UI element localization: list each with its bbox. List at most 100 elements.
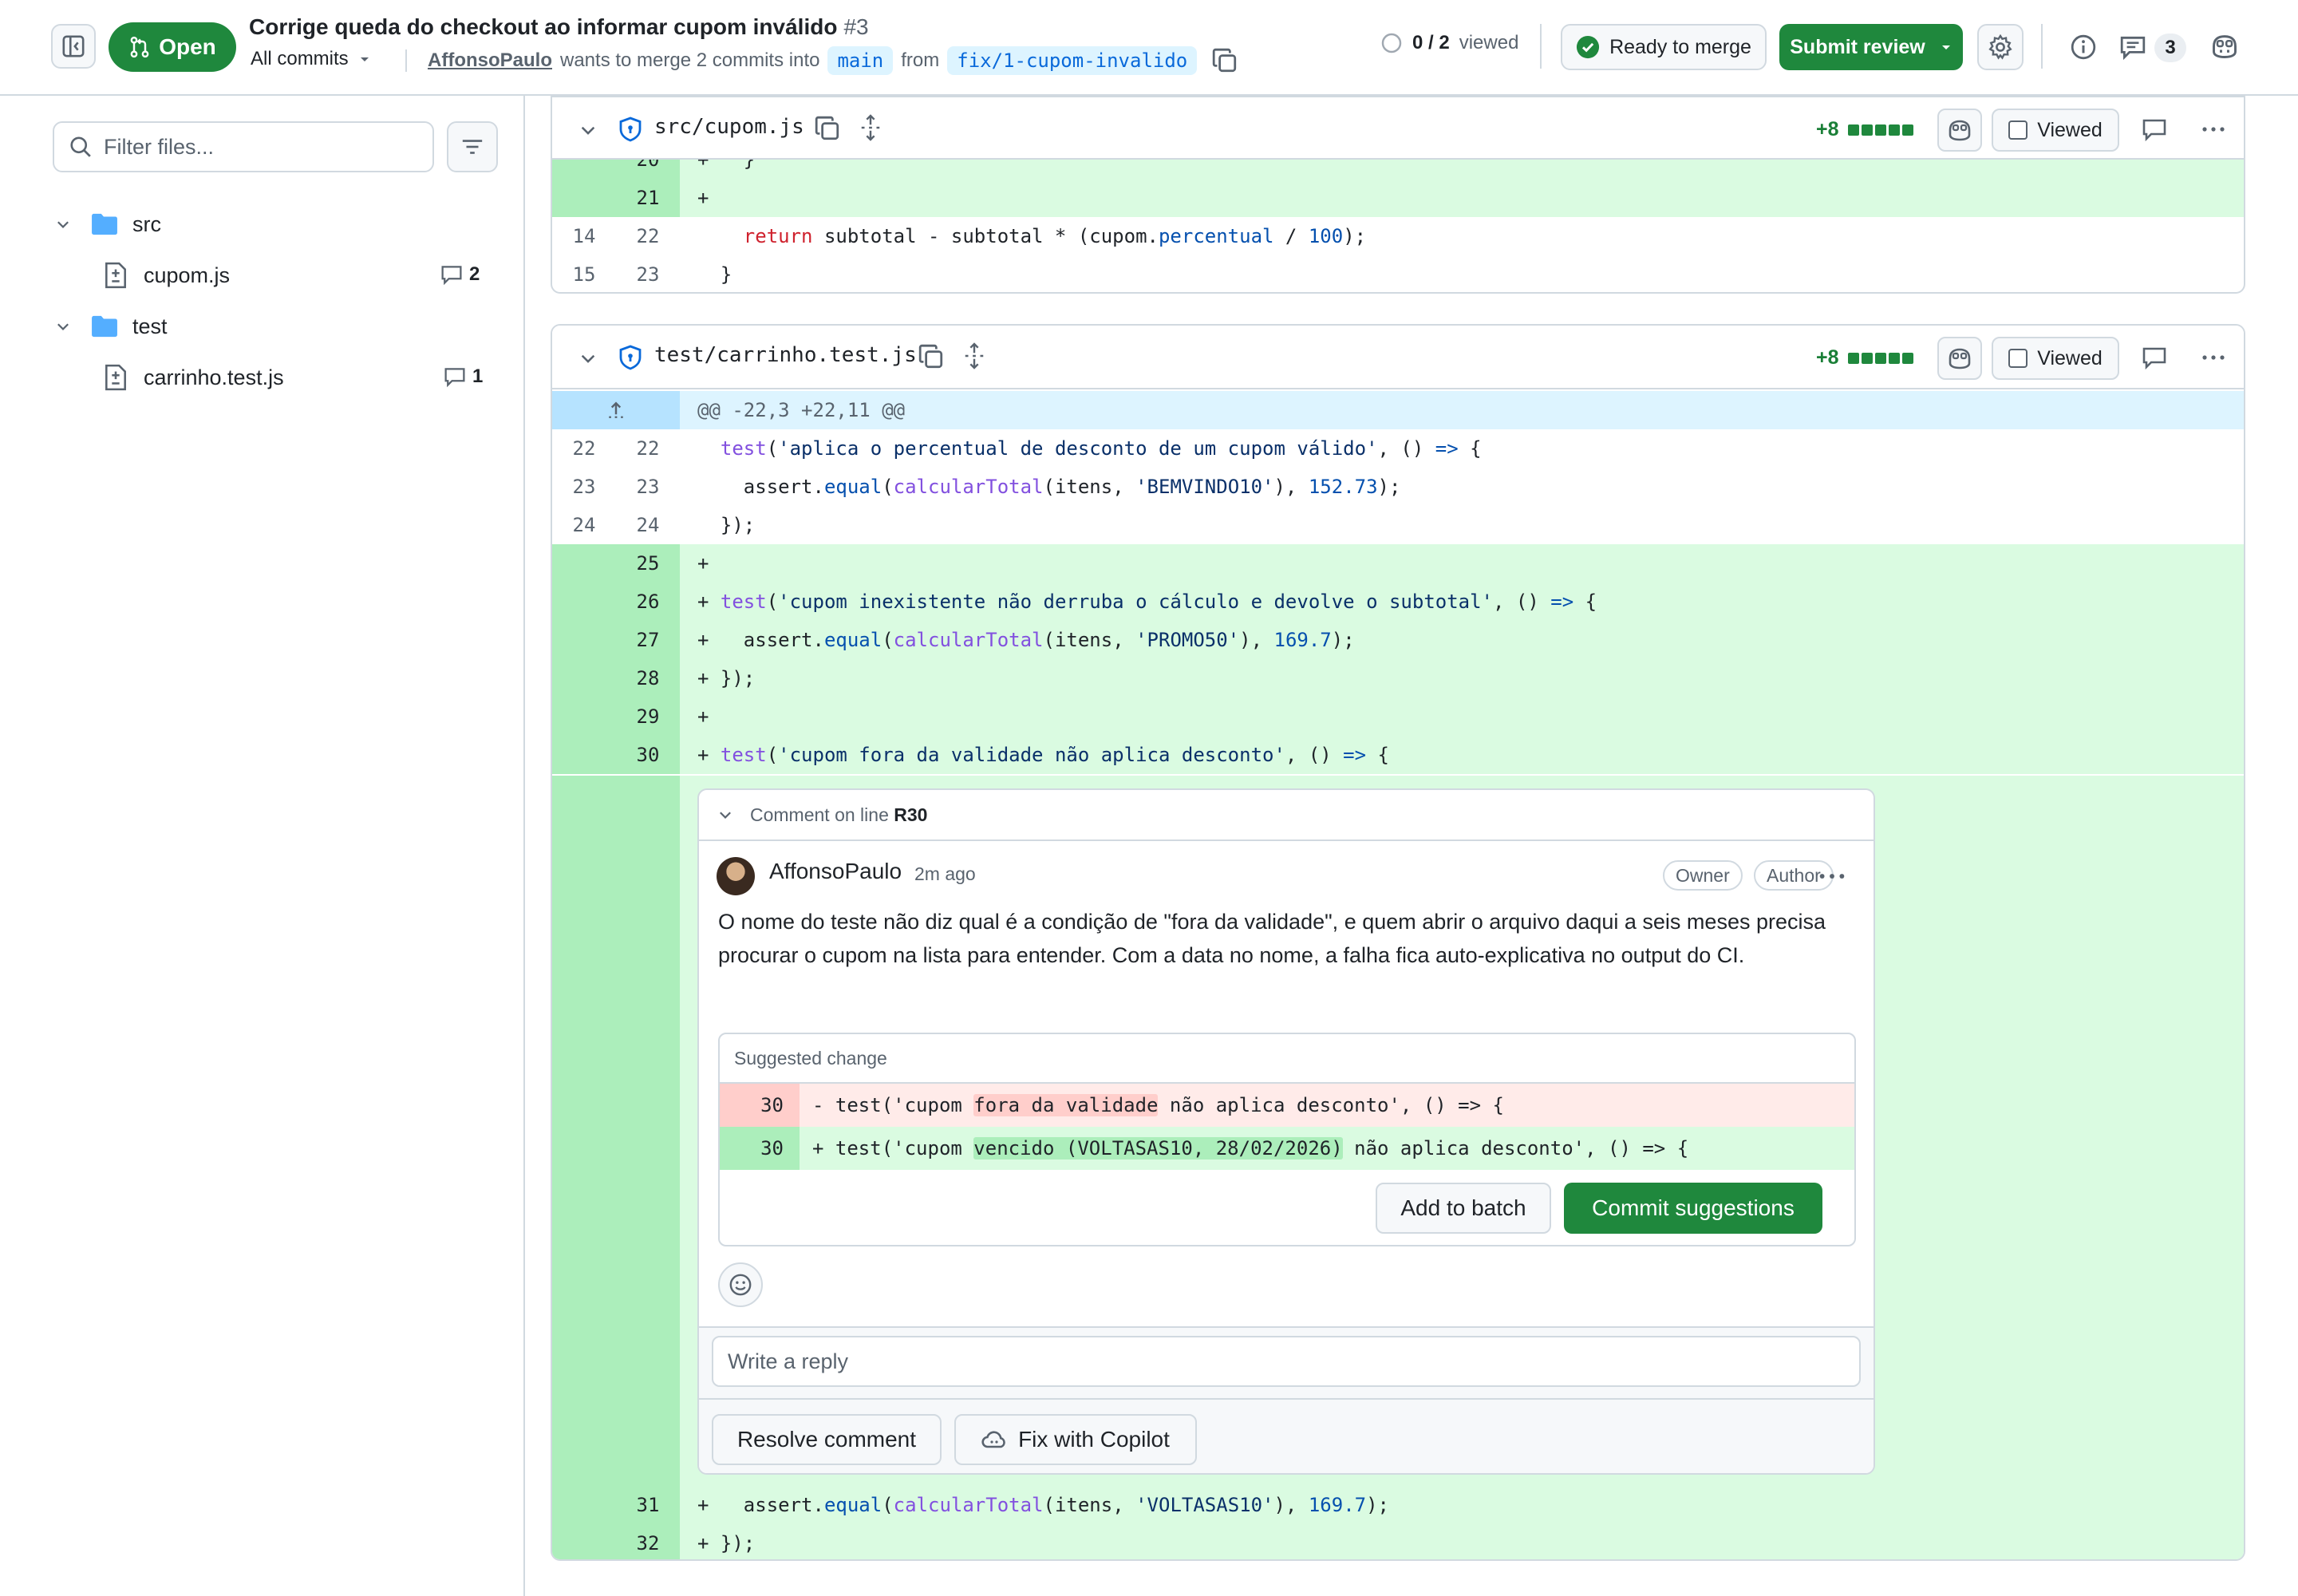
header-divider (405, 49, 407, 72)
pr-state-label: Open (159, 34, 216, 59)
line-code: assert.equal(calcularTotal(itens, 'BEMVI… (697, 476, 1401, 498)
thread-label: Comment on line R30 (750, 804, 927, 826)
settings-button[interactable] (1977, 24, 2024, 70)
comment-icon (444, 368, 465, 388)
thread-row-gutter (552, 776, 680, 1486)
merge-status-button[interactable]: Ready to merge (1561, 24, 1767, 70)
comment-icon[interactable] (2142, 345, 2167, 370)
chevron-down-icon[interactable] (578, 348, 598, 369)
kebab-horizontal-icon[interactable] (2199, 117, 2228, 142)
expand-all-icon[interactable] (859, 113, 882, 142)
copy-icon[interactable] (1211, 47, 1238, 74)
tree-folder-src[interactable]: src (54, 204, 161, 244)
commits-dropdown[interactable]: All commits (251, 48, 371, 70)
diff-line: 30 + test('cupom fora da validade não apl… (552, 736, 2244, 774)
chevron-down-icon (720, 812, 731, 819)
file-name[interactable]: test/carrinho.test.js (654, 343, 917, 367)
info-icon[interactable] (2070, 34, 2097, 61)
pr-author-link[interactable]: AffonsoPaulo (428, 49, 552, 72)
pr-number: #3 (843, 14, 869, 39)
copilot-icon (1949, 120, 1971, 141)
line-code: }); (697, 514, 756, 536)
reply-input[interactable] (712, 1336, 1861, 1387)
expand-up-button[interactable] (552, 391, 680, 429)
comment-author[interactable]: AffonsoPaulo (769, 859, 902, 884)
progress-circle-icon (1381, 33, 1402, 53)
file-filter-input[interactable] (104, 134, 407, 160)
diff-line: 25 + (552, 544, 2244, 583)
comment-timestamp[interactable]: 2m ago (914, 863, 976, 885)
file-comment-count-value: 2 (469, 263, 480, 285)
thread-header[interactable]: Comment on line R30 (699, 790, 1874, 841)
copilot-icon[interactable] (2210, 32, 2239, 61)
checkbox-box (2008, 349, 2028, 368)
submit-review-button[interactable]: Submit review (1779, 24, 1963, 70)
old-line-number (552, 1524, 616, 1559)
copilot-button[interactable] (1937, 337, 1982, 380)
code-after: não aplica desconto', () => { (1342, 1137, 1689, 1159)
new-line-number: 22 (636, 437, 660, 460)
code-before: test('cupom (823, 1094, 974, 1116)
expand-all-icon[interactable] (962, 342, 986, 370)
old-line-number: 22 (572, 437, 596, 460)
line-code: return subtotal - subtotal * (cupom.perc… (743, 225, 1367, 247)
copy-icon[interactable] (918, 343, 945, 370)
new-line-number: 29 (616, 697, 680, 736)
chevron-down-icon[interactable] (578, 120, 598, 140)
line-code: + test('cupom inexistente não derruba o … (697, 591, 1597, 613)
old-line-number: 15 (572, 263, 596, 286)
thread-line-ref: R30 (894, 804, 928, 825)
diff-file-cupom: 20 + } 21 + 14 22 return subtotal - subtota… (551, 96, 2245, 294)
kebab-horizontal-icon[interactable] (2199, 345, 2228, 370)
diff-file-carrinho-test: test/carrinho.test.js +8 Viewed @@ -22,3… (551, 324, 2245, 1561)
filter-options-button[interactable] (447, 121, 498, 172)
viewed-checkbox[interactable]: Viewed (1992, 337, 2119, 380)
commit-suggestions-button[interactable]: Commit suggestions (1564, 1183, 1822, 1234)
file-diff-icon (105, 262, 126, 289)
owner-badge: Owner (1663, 860, 1743, 891)
avatar[interactable] (717, 857, 755, 895)
sidebar-toggle-button[interactable] (51, 24, 96, 69)
fix-with-copilot-button[interactable]: Fix with Copilot (954, 1414, 1197, 1465)
new-line-number: 23 (636, 476, 660, 498)
smiley-icon (729, 1274, 752, 1296)
code-removed-highlight: fora da validade (973, 1094, 1159, 1116)
comments-icon[interactable] (2119, 34, 2146, 61)
viewed-label: Viewed (2037, 346, 2103, 369)
chevron-down-icon (57, 221, 69, 228)
new-line-number: 22 (636, 225, 660, 247)
viewed-checkbox[interactable]: Viewed (1992, 109, 2119, 152)
viewed-label: Viewed (2037, 118, 2103, 141)
check-circle-icon (1577, 35, 1600, 59)
reply-area: Resolve comment Fix with Copilot (699, 1326, 1874, 1473)
file-filter-field[interactable] (53, 121, 434, 172)
add-to-batch-button[interactable]: Add to batch (1376, 1183, 1551, 1234)
viewed-progress: 0 / 2 viewed (1380, 32, 1518, 54)
folder-icon (92, 315, 117, 338)
comment-icon[interactable] (2142, 117, 2167, 142)
new-line-number: 27 (616, 621, 680, 659)
file-name[interactable]: src/cupom.js (654, 115, 804, 139)
diff-line: 24 24 }); (552, 506, 2244, 544)
suggested-change-label: Suggested change (720, 1034, 1854, 1084)
kebab-horizontal-icon[interactable] (1818, 867, 1846, 886)
old-line-number (552, 659, 616, 697)
resolve-comment-button[interactable]: Resolve comment (712, 1414, 942, 1465)
old-line-number (552, 544, 616, 583)
tree-file-carrinho-test[interactable]: carrinho.test.js (104, 358, 284, 397)
caret-down-icon (1941, 45, 1950, 49)
head-branch[interactable]: fix/1-cupom-invalido (947, 46, 1198, 75)
commits-dropdown-label: All commits (251, 48, 349, 69)
diff-line: 28 + }); (552, 659, 2244, 697)
add-reaction-button[interactable] (718, 1262, 763, 1307)
tree-file-cupom[interactable]: cupom.js (104, 255, 230, 295)
copy-icon[interactable] (814, 115, 841, 142)
line-code: + assert.equal(calcularTotal(itens, 'VOL… (697, 1494, 1389, 1516)
hunk-text: @@ -22,3 +22,11 @@ (697, 399, 906, 421)
diff-stats: +8 (1816, 118, 1913, 141)
base-branch[interactable]: main (827, 46, 894, 75)
tree-folder-test[interactable]: test (54, 306, 168, 346)
suggestion-code: + test('cupom vencido (VOLTASAS10, 28/02… (800, 1127, 1688, 1170)
copilot-button[interactable] (1937, 109, 1982, 152)
search-icon (70, 136, 91, 157)
